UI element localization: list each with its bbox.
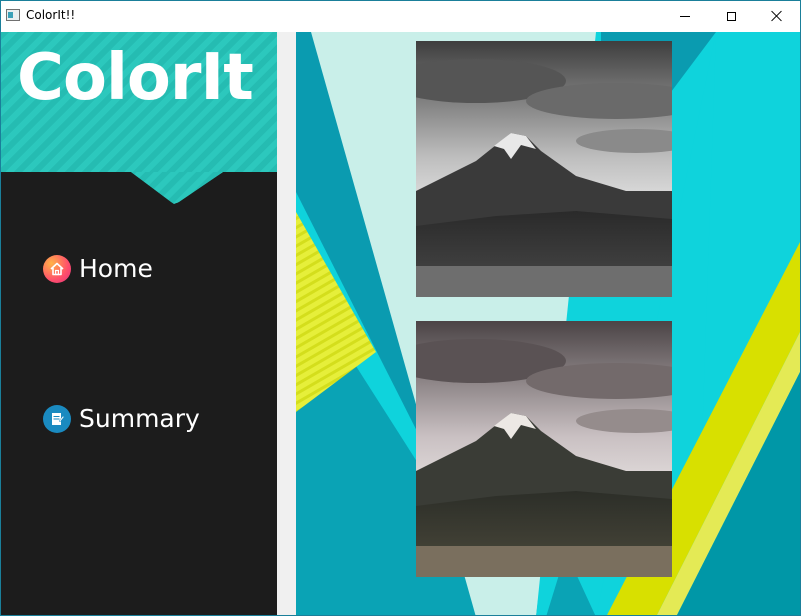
close-icon: [771, 10, 783, 22]
sidebar-item-summary[interactable]: Summary: [43, 404, 200, 433]
title-bar[interactable]: ColorIt!!: [1, 1, 800, 31]
minimize-icon: [680, 15, 690, 17]
sidebar: ColorIt Home Summary: [1, 32, 277, 615]
document-icon: [43, 404, 71, 433]
home-icon: [43, 254, 71, 283]
app-icon: [6, 9, 20, 21]
grayscale-image: [416, 41, 672, 297]
sidebar-header: ColorIt: [1, 32, 277, 172]
close-button[interactable]: [754, 1, 800, 31]
window-title: ColorIt!!: [26, 8, 76, 22]
maximize-icon: [726, 11, 736, 21]
maximize-button[interactable]: [708, 1, 754, 31]
main-content: [296, 32, 800, 615]
colorized-image: [416, 321, 672, 577]
sidebar-item-home[interactable]: Home: [43, 254, 153, 283]
app-logo: ColorIt: [17, 41, 254, 115]
minimize-button[interactable]: [662, 1, 708, 31]
pane-divider: [277, 32, 296, 615]
app-window: ColorIt!! ColorIt Home Summary: [0, 0, 801, 616]
sidebar-item-label: Home: [79, 254, 153, 283]
sidebar-header-notch: [1, 172, 277, 210]
sidebar-item-label: Summary: [79, 404, 200, 433]
